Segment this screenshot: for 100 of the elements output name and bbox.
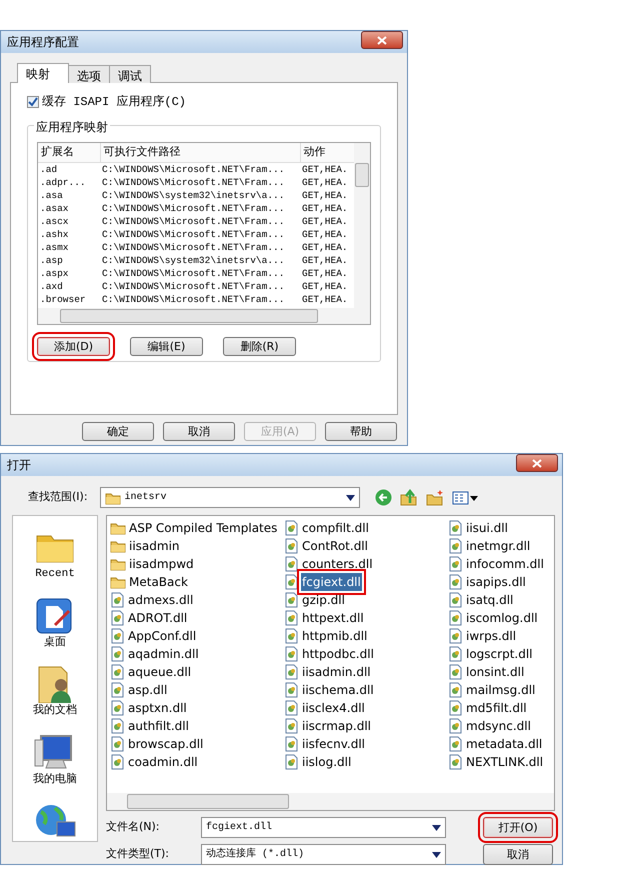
table-cell-text: C:\WINDOWS\Microsoft.NET\Fram... <box>101 280 286 292</box>
view-menu-icon[interactable] <box>452 490 478 504</box>
column-header[interactable]: 可执行文件路径 <box>100 143 300 162</box>
file-item[interactable]: iisadmin <box>110 537 284 555</box>
file-item[interactable]: NEXTLINK.dll <box>448 753 554 771</box>
file-item[interactable]: admexs.dll <box>110 591 284 609</box>
file-item[interactable]: iisui.dll <box>448 519 554 537</box>
dialog-button[interactable]: 确定 <box>82 422 154 441</box>
file-icon <box>110 646 125 662</box>
file-icon <box>284 592 299 608</box>
file-item[interactable]: compfilt.dll <box>284 519 448 537</box>
file-icon <box>448 700 463 716</box>
file-item[interactable]: iischema.dll <box>284 681 448 699</box>
file-item[interactable]: iisclex4.dll <box>284 699 448 717</box>
file-item[interactable]: metadata.dll <box>448 735 554 753</box>
file-item[interactable]: browscap.dll <box>110 735 284 753</box>
file-item[interactable]: iwrps.dll <box>448 627 554 645</box>
close-button[interactable] <box>361 31 403 49</box>
table-cell-text: .aspx <box>39 266 70 280</box>
table-cell-text: GET,HEA. <box>301 228 349 240</box>
place-item[interactable]: 我的文档 <box>33 663 77 720</box>
close-button[interactable] <box>516 454 558 472</box>
file-item[interactable]: isapips.dll <box>448 573 554 591</box>
table-cell-text: GET,HEA. <box>301 254 349 266</box>
file-icon <box>448 646 463 662</box>
file-item[interactable]: logscrpt.dll <box>448 645 554 663</box>
vertical-scrollbar[interactable] <box>354 143 370 324</box>
column-header[interactable]: 动作 <box>300 143 354 162</box>
file-item[interactable]: infocomm.dll <box>448 555 554 573</box>
file-item[interactable]: gzip.dll <box>284 591 448 609</box>
file-item[interactable]: iislog.dll <box>284 753 448 771</box>
checkbox-label[interactable]: 缓存 ISAPI 应用程序(C) <box>42 93 186 111</box>
tab[interactable]: 选项 <box>68 65 110 83</box>
horizontal-scrollbar[interactable] <box>107 793 554 810</box>
file-item[interactable]: authfilt.dll <box>110 717 284 735</box>
window-title: 应用程序配置 <box>7 34 79 51</box>
look-in-dropdown[interactable]: inetsrv <box>100 487 360 508</box>
file-icon <box>110 628 125 644</box>
file-item[interactable]: ASP Compiled Templates <box>110 519 284 537</box>
field-label: 文件类型(T): <box>106 846 170 862</box>
file-item[interactable]: MetaBack <box>110 573 284 591</box>
close-icon <box>377 36 387 46</box>
file-item[interactable]: httpodbc.dll <box>284 645 448 663</box>
file-item[interactable]: AppConf.dll <box>110 627 284 645</box>
file-icon <box>110 754 125 770</box>
file-item[interactable]: md5filt.dll <box>448 699 554 717</box>
horizontal-scrollbar[interactable] <box>38 308 354 324</box>
file-item[interactable]: isatq.dll <box>448 591 554 609</box>
dialog-button[interactable]: 帮助 <box>325 422 397 441</box>
file-item[interactable]: ADROT.dll <box>110 609 284 627</box>
file-item[interactable]: asptxn.dll <box>110 699 284 717</box>
file-icon <box>110 718 125 734</box>
dialog-button[interactable]: 取消 <box>163 422 235 441</box>
tab[interactable]: 调试 <box>109 65 151 83</box>
file-item[interactable]: lonsint.dll <box>448 663 554 681</box>
column-header[interactable]: 扩展名 <box>38 143 100 162</box>
caret-icon <box>432 852 441 858</box>
table-cell-text: .asa <box>39 188 64 202</box>
file-item[interactable]: asp.dll <box>110 681 284 699</box>
file-item[interactable]: mdsync.dll <box>448 717 554 735</box>
file-icon <box>448 736 463 752</box>
dialog-button[interactable]: 取消 <box>483 844 553 865</box>
list-button[interactable]: 编辑(E) <box>130 337 203 356</box>
file-item[interactable]: counters.dll <box>284 555 448 573</box>
window-title: 打开 <box>7 457 31 474</box>
file-item[interactable]: iisadmin.dll <box>284 663 448 681</box>
file-item[interactable]: aqueue.dll <box>110 663 284 681</box>
file-item[interactable]: iisadmpwd <box>110 555 284 573</box>
table-cell-text: C:\WINDOWS\Microsoft.NET\Fram... <box>101 292 286 306</box>
file-icon <box>448 628 463 644</box>
table-cell-text: GET,HEA. <box>301 240 349 254</box>
file-item[interactable]: iisfecnv.dll <box>284 735 448 753</box>
file-name-field[interactable]: fcgiext.dll <box>201 817 446 838</box>
file-item[interactable]: httpext.dll <box>284 609 448 627</box>
file-item[interactable]: fcgiext.dll <box>284 573 448 591</box>
file-item[interactable]: ContRot.dll <box>284 537 448 555</box>
table-cell-text: C:\WINDOWS\Microsoft.NET\Fram... <box>101 240 286 254</box>
new-folder-icon[interactable] <box>426 489 444 506</box>
caret-icon <box>346 494 355 500</box>
file-item[interactable]: coadmin.dll <box>110 753 284 771</box>
file-icon <box>110 736 125 752</box>
file-item[interactable]: iscomlog.dll <box>448 609 554 627</box>
file-icon <box>448 538 463 554</box>
file-icon <box>448 520 463 536</box>
file-item[interactable]: mailmsg.dll <box>448 681 554 699</box>
up-folder-icon[interactable] <box>400 489 418 506</box>
checkbox[interactable] <box>27 96 39 108</box>
file-icon <box>284 664 299 680</box>
tab[interactable]: 映射 <box>17 63 69 83</box>
back-icon[interactable] <box>374 489 392 506</box>
place-item[interactable]: Recent <box>33 526 77 582</box>
file-item[interactable]: aqadmin.dll <box>110 645 284 663</box>
place-item[interactable]: 我的电脑 <box>33 732 77 788</box>
table-cell-text: GET,HEA. <box>301 280 349 292</box>
file-item[interactable]: iiscrmap.dll <box>284 717 448 735</box>
file-item[interactable]: inetmgr.dll <box>448 537 554 555</box>
file-type-dropdown[interactable]: 动态连接库 (*.dll) <box>201 844 446 865</box>
place-item[interactable]: 桌面 <box>33 594 77 651</box>
file-item[interactable]: httpmib.dll <box>284 627 448 645</box>
list-button[interactable]: 删除(R) <box>223 337 296 356</box>
